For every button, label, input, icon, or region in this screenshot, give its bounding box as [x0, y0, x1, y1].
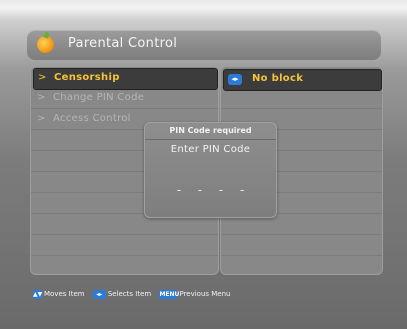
left-right-arrows-icon: ◂▸ [228, 74, 242, 85]
censorship-value-selector[interactable]: ◂▸ No block [223, 69, 382, 91]
help-previous-menu-text: Previous Menu [179, 290, 231, 298]
menu-item-change-pin-code[interactable]: > Change PIN Code [33, 89, 216, 109]
dialog-prompt: Enter PIN Code [170, 144, 251, 155]
title-bar: Parental Control [27, 30, 381, 60]
chevron-right-icon: > [37, 113, 46, 124]
menu-key-icon: MENU [159, 289, 180, 299]
help-moves-text: Moves Item [44, 290, 85, 298]
pin-dialog: PIN Code required Enter PIN Code - - - - [144, 122, 277, 218]
row-divider [31, 235, 218, 256]
chevron-right-icon: > [38, 72, 47, 83]
page-title: Parental Control [68, 36, 178, 51]
orange-fruit-icon [37, 36, 54, 53]
pin-digit: - [239, 183, 245, 197]
tv-screen: Parental Control > Censorship > Change P… [0, 0, 407, 329]
menu-item-label: Access Control [53, 113, 131, 124]
censorship-value: No block [252, 73, 304, 84]
up-down-arrows-icon: ▲▼ [33, 289, 43, 299]
dialog-title: PIN Code required [145, 123, 276, 140]
menu-item-label: Change PIN Code [53, 92, 145, 103]
menu-item-label: Censorship [54, 72, 120, 83]
help-selects-text: Selects Item [107, 290, 152, 298]
row-divider [221, 235, 382, 256]
menu-item-censorship[interactable]: > Censorship [33, 68, 218, 90]
help-bar: ▲▼ Moves Item ◂▸ Selects Item MENUPrevious… [27, 285, 381, 303]
row-divider [221, 88, 382, 109]
pin-digit: - [218, 183, 224, 197]
pin-digit: - [197, 183, 203, 197]
pin-digit: - [176, 183, 182, 197]
chevron-right-icon: > [37, 92, 46, 103]
pin-input[interactable]: - - - - [145, 179, 276, 198]
left-right-arrows-icon: ◂▸ [92, 289, 106, 299]
